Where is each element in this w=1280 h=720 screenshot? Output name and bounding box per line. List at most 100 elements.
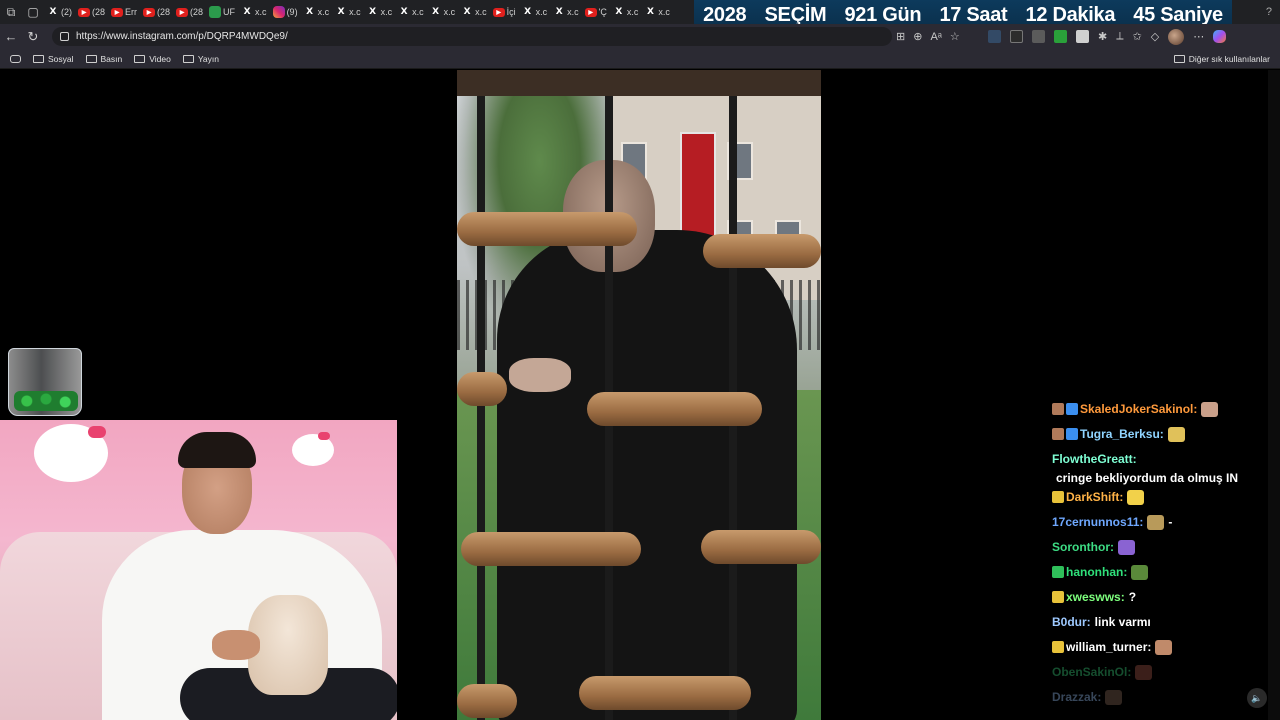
favorite-star-icon[interactable]: ☆: [950, 30, 960, 43]
tab-title: x.c: [567, 7, 579, 17]
browser-tab[interactable]: ▶ İçi: [490, 0, 519, 24]
x-icon: X: [400, 7, 408, 17]
bookmark-label: Yayın: [197, 53, 219, 64]
tab-title: Err: [125, 7, 138, 17]
green-icon: [209, 6, 222, 18]
browser-tab[interactable]: Xx.c: [332, 0, 364, 24]
jar-contents: [14, 391, 78, 411]
chat-username: Soronthor:: [1052, 540, 1114, 554]
extension-2-icon[interactable]: [1010, 30, 1023, 43]
bookmark-folder-basin[interactable]: Basın: [85, 53, 123, 64]
extension-1-icon[interactable]: [988, 30, 1001, 43]
chat-username: Drazzak:: [1052, 690, 1102, 704]
bookmark-folder-yayin[interactable]: Yayın: [182, 53, 219, 64]
chat-emote-icon: [1135, 665, 1153, 680]
chat-message: xweswws:?: [1052, 588, 1272, 613]
bookmark-folder-sosyal[interactable]: Sosyal: [33, 54, 74, 64]
lock-icon[interactable]: [60, 32, 69, 41]
zoom-icon[interactable]: ⊕: [913, 30, 922, 43]
ladder-log: [461, 532, 641, 566]
page-scrollbar[interactable]: [1268, 70, 1280, 720]
chat-message: SkaledJokerSakinol:: [1052, 400, 1272, 425]
wallpaper-bow: [318, 432, 330, 440]
tab-title: (28: [157, 7, 171, 17]
browser-tab[interactable]: Xx.c: [641, 0, 673, 24]
other-favorites-label: Diğer sık kullanılanlar: [1188, 54, 1270, 64]
browser-tab[interactable]: ▶ Err: [108, 0, 140, 24]
url-text: https://www.instagram.com/p/DQRP4MWDQe9/: [76, 31, 288, 42]
tab-title: UF: [223, 7, 236, 17]
tab-title: x.c: [380, 7, 393, 17]
profile-avatar[interactable]: [1168, 28, 1185, 45]
browser-tab[interactable]: (9): [270, 0, 301, 24]
ladder-log: [701, 530, 821, 564]
tab-title: (28: [92, 7, 106, 17]
browser-tab[interactable]: Xx.c: [519, 0, 551, 24]
bookmarks-menu-icon[interactable]: [10, 54, 21, 63]
chat-username: Tugra_Berksu:: [1080, 427, 1164, 441]
new-tab-icon[interactable]: ?: [1266, 6, 1272, 18]
tab-title: İçi: [506, 7, 516, 17]
split-screen-icon[interactable]: ⟂: [1116, 30, 1123, 43]
volume-icon[interactable]: 🔈: [1247, 688, 1267, 708]
bookmark-folder-video[interactable]: Video: [134, 54, 171, 64]
url-field[interactable]: https://www.instagram.com/p/DQRP4MWDQe9/: [52, 27, 892, 46]
browser-essentials-icon[interactable]: ◇: [1151, 30, 1159, 43]
browser-tab[interactable]: Xx.c: [550, 0, 582, 24]
browser-tab[interactable]: Xx.c: [458, 0, 490, 24]
chat-message: FlowtheGreatt: cringe bekliyordum da olmu…: [1052, 450, 1272, 488]
browser-tab[interactable]: ▶ (28: [173, 0, 206, 24]
tab-title: (9): [286, 7, 298, 17]
browser-tab[interactable]: Xx.c: [427, 0, 459, 24]
extension-3-icon[interactable]: [1032, 30, 1045, 43]
browser-tab[interactable]: UF: [206, 0, 238, 24]
chat-badge-icon: [1066, 403, 1078, 415]
app-available-icon[interactable]: ⊞: [896, 30, 905, 43]
chat-emote-icon: [1105, 690, 1123, 705]
wallpaper-bow: [88, 426, 106, 438]
tab-title: 'Ç: [598, 7, 607, 17]
tab-title: x.c: [658, 7, 670, 17]
workspaces-icon[interactable]: ⧉: [0, 0, 22, 24]
tab-title: (28: [190, 7, 204, 17]
counter-jar-widget: [8, 348, 82, 416]
other-favorites[interactable]: Diğer sık kullanılanlar: [1173, 49, 1270, 69]
x-icon: X: [306, 7, 314, 17]
bookmark-label: Basın: [100, 53, 123, 64]
chat-emote-icon: [1131, 565, 1149, 580]
refresh-icon[interactable]: ↻: [22, 24, 44, 49]
browser-tab[interactable]: Xx.c: [301, 0, 333, 24]
tab-actions-icon[interactable]: ▢: [22, 0, 44, 24]
copilot-icon[interactable]: [1213, 30, 1227, 43]
tab-title: (2): [61, 7, 72, 17]
extensions-puzzle-icon[interactable]: ✱: [1098, 30, 1107, 43]
browser-tab[interactable]: ▶ (28: [140, 0, 173, 24]
video-person-coat: [497, 230, 797, 720]
browser-tab[interactable]: Xx.c: [395, 0, 427, 24]
tab-strip-end: ?: [1232, 0, 1280, 24]
tab-title: x.c: [349, 7, 361, 17]
browser-tab[interactable]: ▶ 'Ç: [582, 0, 610, 24]
browser-tab[interactable]: Xx.c: [364, 0, 396, 24]
favorites-icon[interactable]: ✩: [1133, 30, 1142, 43]
folder-icon: [1173, 55, 1185, 63]
browser-tab[interactable]: Xx.c: [238, 0, 270, 24]
folder-icon: [182, 54, 194, 63]
youtube-icon: ▶: [111, 7, 124, 17]
chat-message: Tugra_Berksu:: [1052, 425, 1272, 450]
instagram-video[interactable]: [457, 70, 821, 720]
extension-4-icon[interactable]: [1054, 30, 1067, 43]
tab-title: x.c: [626, 7, 639, 17]
browser-tab[interactable]: X (2): [44, 0, 75, 24]
video-red-sign: [680, 132, 716, 240]
x-icon: X: [646, 7, 654, 17]
read-aloud-icon[interactable]: Aᵃ: [930, 31, 941, 43]
browser-tab[interactable]: Xx.c: [610, 0, 642, 24]
extension-5-icon[interactable]: [1076, 30, 1089, 43]
more-menu-icon[interactable]: ⋯: [1193, 30, 1204, 43]
youtube-icon: ▶: [492, 7, 505, 17]
browser-tab[interactable]: ▶ (28: [75, 0, 108, 24]
x-icon: X: [615, 7, 623, 17]
back-icon[interactable]: ←: [0, 24, 22, 49]
x-icon: X: [243, 7, 251, 17]
